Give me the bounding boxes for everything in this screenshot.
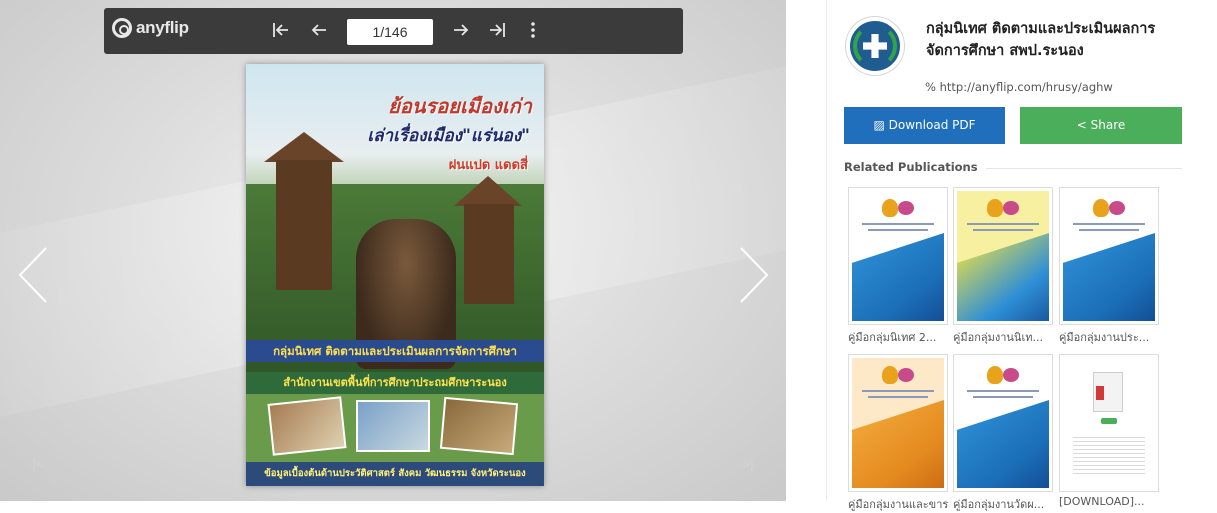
thumbnail-wave: [852, 396, 944, 488]
thumbnail-wave: [957, 229, 1049, 321]
cover-title-line1: ย้อนรอยเมืองเก่า: [388, 94, 532, 118]
related-publication-item[interactable]: คู่มือกลุ่มงานวัดผ...: [953, 354, 1053, 513]
thumbnail-title-line: [862, 390, 934, 392]
cover-tower-roof: [264, 132, 344, 162]
brand-name: anyflip: [136, 18, 189, 37]
doc-text-lines: [1073, 434, 1145, 474]
cover-photo: [439, 396, 519, 456]
publisher-name[interactable]: กลุ่มนิเทศ ติดตามและประเมินผลการจัดการศึ…: [926, 18, 1196, 62]
cover-band-area: สำนักงานเขตพื้นที่การศึกษาประถมศึกษาระนอ…: [246, 372, 544, 394]
thumbnail-cover: [957, 358, 1049, 488]
related-publication-item[interactable]: คู่มือกลุ่มงานประ...: [1059, 187, 1159, 346]
related-publication-item[interactable]: คู่มือกลุ่มงานนิเท...: [953, 187, 1053, 346]
download-button-graphic: [1101, 418, 1117, 424]
corner-last-icon[interactable]: >|: [742, 456, 754, 472]
thumbnail-wave: [957, 396, 1049, 488]
related-publication-caption[interactable]: คู่มือกลุ่มงานวัดผ...: [953, 495, 1057, 513]
thumbnail-title-line: [1079, 229, 1139, 231]
prev-page-icon[interactable]: [306, 19, 332, 43]
thumbnail-title-line: [973, 229, 1033, 231]
thumbnail-logo: [983, 199, 1023, 217]
link-icon: %: [925, 80, 936, 94]
anyflip-logo-icon: [112, 18, 132, 38]
related-publication-caption[interactable]: คู่มือกลุ่มงานนิเท...: [953, 328, 1057, 346]
cover-title-line3: ฝนแปด แดดสี่: [448, 158, 528, 173]
related-publication-thumbnail[interactable]: [953, 354, 1053, 492]
publication-sidebar: กลุ่มนิเทศ ติดตามและประเมินผลการจัดการศึ…: [826, 0, 1204, 511]
cover-wooden-tower: [276, 160, 332, 290]
related-publication-thumbnail[interactable]: [848, 187, 948, 325]
thumbnail-title-line: [1073, 223, 1145, 225]
related-publication-thumbnail[interactable]: [1059, 187, 1159, 325]
next-page-arrow-icon[interactable]: [737, 245, 771, 305]
thumbnail-cover: [1063, 358, 1155, 488]
share-label: Share: [1090, 118, 1126, 132]
publisher-link-row[interactable]: % http://anyflip.com/hrusy/aghw: [925, 80, 1113, 94]
thumbnail-logo: [878, 366, 918, 384]
thumbnail-cover: [852, 358, 944, 488]
related-publication-thumbnail[interactable]: [1059, 354, 1159, 492]
thumbnail-title-line: [868, 396, 928, 398]
cover-wooden-house: [464, 204, 514, 304]
related-publication-caption[interactable]: คู่มือกลุ่มนิเทศ 2...: [848, 328, 952, 346]
next-page-icon[interactable]: [448, 19, 474, 43]
cover-photo: [356, 400, 430, 452]
thumbnail-wave: [1063, 229, 1155, 321]
publisher-link[interactable]: http://anyflip.com/hrusy/aghw: [940, 80, 1113, 94]
page-number-input[interactable]: 1/146: [347, 19, 433, 45]
thumbnail-logo: [878, 199, 918, 217]
download-pdf-button[interactable]: ▨ Download PDF: [844, 107, 1005, 144]
cover-title-line2: เล่าเรื่องเมือง"แร่นอง": [367, 126, 530, 146]
cover-band-office: กลุ่มนิเทศ ติดตามและประเมินผลการจัดการศึ…: [246, 340, 544, 362]
last-page-icon[interactable]: [484, 19, 510, 43]
related-publications-heading: Related Publications: [844, 160, 986, 174]
previous-page-arrow-icon[interactable]: [16, 245, 50, 305]
more-vertical-icon[interactable]: [520, 19, 546, 43]
thumbnail-cover: [957, 191, 1049, 321]
related-publication-caption[interactable]: คู่มือกลุ่มงานและขาร: [848, 495, 952, 513]
product-accent: [1096, 386, 1104, 400]
thumbnail-cover: [852, 191, 944, 321]
thumbnail-title-line: [868, 229, 928, 231]
book-cover-page[interactable]: ย้อนรอยเมืองเก่า เล่าเรื่องเมือง"แร่นอง"…: [246, 64, 544, 486]
thumbnail-title-line: [967, 223, 1039, 225]
cover-photo: [267, 396, 347, 456]
share-icon: <: [1076, 118, 1087, 132]
related-publication-caption[interactable]: คู่มือกลุ่มงานประ...: [1059, 328, 1163, 346]
share-button[interactable]: < Share: [1020, 107, 1182, 144]
related-publication-caption[interactable]: [DOWNLOAD]...: [1059, 495, 1163, 508]
related-publication-thumbnail[interactable]: [848, 354, 948, 492]
download-pdf-label: Download PDF: [888, 118, 976, 132]
thumbnail-wave: [852, 229, 944, 321]
first-page-icon[interactable]: [268, 19, 294, 43]
anyflip-logo[interactable]: anyflip: [112, 18, 189, 38]
thumbnail-title-line: [973, 396, 1033, 398]
related-publication-item[interactable]: คู่มือกลุ่มงานและขาร: [848, 354, 948, 513]
publisher-avatar[interactable]: [846, 17, 904, 75]
related-publication-item[interactable]: [DOWNLOAD]...: [1059, 354, 1159, 508]
thumbnail-title-line: [862, 223, 934, 225]
cover-house-roof: [454, 176, 522, 206]
cover-photo-strip: [246, 394, 544, 462]
viewer-toolbar: anyflip 1/146: [104, 8, 683, 54]
thumbnail-logo: [1089, 199, 1129, 217]
related-publication-thumbnail[interactable]: [953, 187, 1053, 325]
thumbnail-logo: [983, 366, 1023, 384]
corner-first-icon[interactable]: |<: [32, 456, 44, 472]
pdf-icon: ▨: [873, 118, 885, 132]
thumbnail-title-line: [967, 390, 1039, 392]
flipbook-viewer: anyflip 1/146 |< >| ย้อนรอยเมืองเก่า เล่…: [0, 0, 786, 501]
related-publication-item[interactable]: คู่มือกลุ่มนิเทศ 2...: [848, 187, 948, 346]
thumbnail-cover: [1063, 191, 1155, 321]
cover-footer: ข้อมูลเบื้องต้นด้านประวัติศาสตร์ สังคม ว…: [246, 462, 544, 486]
